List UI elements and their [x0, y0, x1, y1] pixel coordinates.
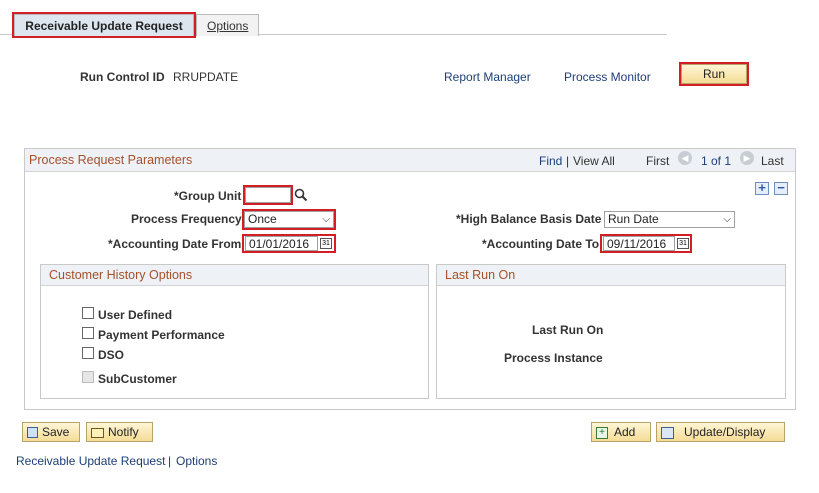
update-icon — [661, 426, 674, 439]
process-instance-label: Process Instance — [504, 351, 603, 365]
dso-label: DSO — [98, 348, 125, 362]
payment-performance-checkbox[interactable] — [82, 327, 94, 339]
user-defined-label: User Defined — [98, 308, 173, 322]
separator: | — [566, 154, 570, 168]
first-label: First — [646, 154, 670, 168]
last-run-on-panel: Last Run On — [436, 264, 786, 399]
last-label: Last — [761, 154, 784, 168]
report-manager-link[interactable]: Report Manager — [444, 70, 531, 84]
tab-receivable-update-request[interactable]: Receivable Update Request — [12, 12, 196, 38]
notify-label: Notify — [108, 425, 139, 439]
accounting-date-to-input[interactable]: 09/11/2016 — [603, 236, 675, 251]
update-display-label: Update/Display — [684, 425, 766, 439]
save-button[interactable]: Save — [22, 422, 80, 442]
notify-button[interactable]: Notify — [86, 422, 153, 442]
subcustomer-label: SubCustomer — [98, 372, 177, 386]
subcustomer-checkbox — [82, 371, 94, 383]
run-control-label: Run Control ID — [80, 70, 165, 84]
find-link[interactable]: Find — [539, 154, 562, 168]
customer-history-header: Customer History Options — [41, 265, 428, 286]
run-control-value: RRUPDATE — [173, 70, 239, 84]
user-defined-checkbox[interactable] — [82, 307, 94, 319]
add-button[interactable]: + Add — [591, 422, 651, 442]
last-run-title: Last Run On — [445, 268, 516, 282]
dso-checkbox[interactable] — [82, 347, 94, 359]
high-balance-basis-date-select[interactable]: Run Date ⌵ — [604, 211, 735, 228]
calendar-icon[interactable]: 31 — [677, 238, 689, 249]
accounting-date-to-label: *Accounting Date To — [482, 237, 600, 251]
notify-icon — [91, 427, 104, 438]
accounting-date-from-group: 01/01/2016 31 — [242, 234, 336, 253]
tab-options[interactable]: Options — [196, 14, 259, 36]
last-run-header: Last Run On — [437, 265, 785, 286]
plus-icon[interactable]: + — [755, 181, 769, 195]
row-counter: 1 of 1 — [701, 154, 732, 168]
add-icon: + — [596, 426, 608, 439]
add-label: Add — [614, 425, 636, 439]
previous-arrow-icon[interactable]: ◀ — [678, 151, 692, 165]
chevron-down-icon: ⌵ — [322, 214, 330, 225]
footer-link-receivable-update-request[interactable]: Receivable Update Request — [16, 454, 165, 468]
footer-link-options[interactable]: Options — [176, 454, 217, 468]
accounting-date-from-input[interactable]: 01/01/2016 — [245, 236, 318, 251]
process-monitor-link[interactable]: Process Monitor — [564, 70, 651, 84]
view-all-link[interactable]: View All — [573, 154, 615, 168]
high-balance-basis-date-label: *High Balance Basis Date — [456, 212, 602, 226]
group-unit-input[interactable] — [243, 185, 293, 205]
save-icon — [27, 427, 38, 439]
process-frequency-select[interactable]: Once ⌵ — [242, 209, 336, 230]
high-balance-basis-date-value: Run Date — [608, 212, 659, 226]
panel-title: Process Request Parameters — [29, 153, 193, 167]
minus-icon[interactable]: − — [774, 181, 788, 195]
calendar-icon[interactable]: 31 — [320, 238, 332, 249]
customer-history-title: Customer History Options — [49, 268, 193, 282]
group-unit-label: *Group Unit — [174, 189, 242, 203]
next-arrow-icon[interactable]: ▶ — [740, 151, 754, 165]
process-frequency-label: Process Frequency — [131, 212, 242, 226]
chevron-down-icon: ⌵ — [723, 214, 731, 225]
process-frequency-value: Once — [248, 212, 277, 226]
accounting-date-to-group: 09/11/2016 31 — [600, 234, 692, 253]
run-button[interactable]: Run — [679, 62, 749, 86]
accounting-date-from-label: *Accounting Date From — [108, 237, 242, 251]
footer-separator: | — [168, 454, 172, 468]
save-label: Save — [42, 425, 70, 439]
magnifier-icon[interactable] — [294, 188, 308, 202]
payment-performance-label: Payment Performance — [98, 328, 225, 342]
update-display-button[interactable]: Update/Display — [656, 422, 785, 442]
last-run-on-label: Last Run On — [532, 323, 604, 337]
